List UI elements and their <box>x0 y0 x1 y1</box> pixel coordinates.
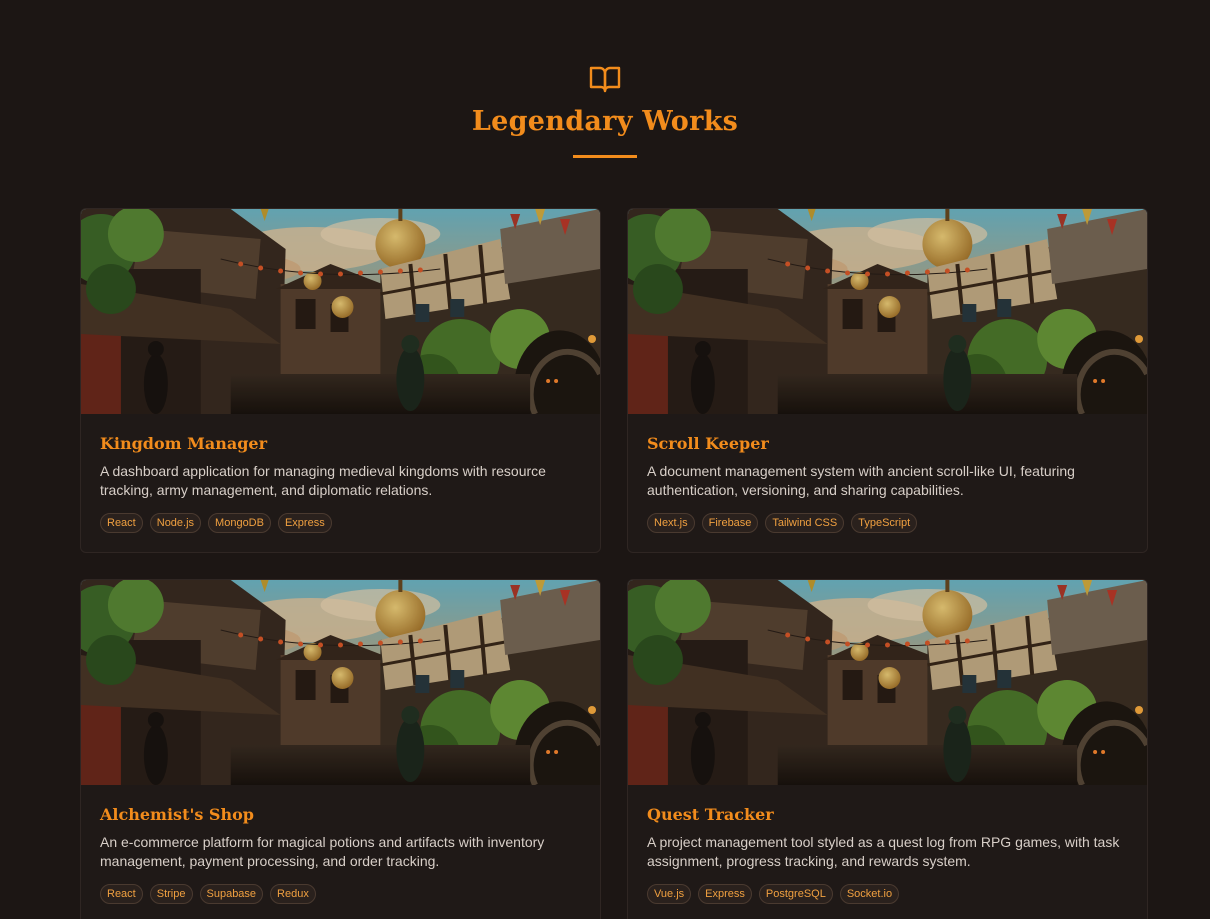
tech-tag: Node.js <box>149 513 202 533</box>
project-card[interactable]: Alchemist's Shop An e-commerce platform … <box>80 579 601 919</box>
title-divider <box>573 155 637 158</box>
card-body: Alchemist's Shop An e-commerce platform … <box>81 785 600 904</box>
tech-tag: PostgreSQL <box>758 884 833 904</box>
tech-tag: TypeScript <box>851 513 918 533</box>
tech-tag: Vue.js <box>647 884 692 904</box>
project-card[interactable]: Quest Tracker A project management tool … <box>627 579 1148 919</box>
project-title[interactable]: Kingdom Manager <box>100 434 581 454</box>
tech-tags: Next.js Firebase Tailwind CSS TypeScript <box>647 513 1128 533</box>
tech-tag: Next.js <box>647 513 695 533</box>
section-title: Legendary Works <box>471 106 739 137</box>
tech-tag: Redux <box>270 884 316 904</box>
project-image <box>81 209 600 414</box>
book-open-icon <box>588 64 622 94</box>
project-description: A dashboard application for managing med… <box>100 463 546 498</box>
project-description: A document management system with ancien… <box>647 463 1075 498</box>
project-description: An e-commerce platform for magical potio… <box>100 834 545 869</box>
project-image <box>628 209 1147 414</box>
project-description: A project management tool styled as a qu… <box>647 834 1120 869</box>
tech-tag: Stripe <box>149 884 193 904</box>
card-body: Scroll Keeper A document management syst… <box>628 414 1147 533</box>
project-image <box>628 580 1147 785</box>
tech-tag: React <box>100 513 143 533</box>
project-image <box>81 580 600 785</box>
tech-tag: Express <box>698 884 752 904</box>
project-title[interactable]: Scroll Keeper <box>647 434 1128 454</box>
card-body: Kingdom Manager A dashboard application … <box>81 414 600 533</box>
portfolio-page: Legendary Works Kingdom Manager A dashbo… <box>0 0 1210 919</box>
tech-tag: Tailwind CSS <box>765 513 845 533</box>
tech-tag: Express <box>277 513 332 533</box>
project-title[interactable]: Quest Tracker <box>647 805 1128 825</box>
tech-tag: Firebase <box>701 513 759 533</box>
card-body: Quest Tracker A project management tool … <box>628 785 1147 904</box>
section-header: Legendary Works <box>0 64 1210 158</box>
tech-tag: React <box>100 884 143 904</box>
tech-tag: Supabase <box>199 884 264 904</box>
tech-tags: Vue.js Express PostgreSQL Socket.io <box>647 884 1128 904</box>
project-card[interactable]: Kingdom Manager A dashboard application … <box>80 208 601 553</box>
projects-grid: Kingdom Manager A dashboard application … <box>80 208 1148 919</box>
tech-tags: React Stripe Supabase Redux <box>100 884 581 904</box>
tech-tags: React Node.js MongoDB Express <box>100 513 581 533</box>
tech-tag: MongoDB <box>208 513 271 533</box>
project-card[interactable]: Scroll Keeper A document management syst… <box>627 208 1148 553</box>
tech-tag: Socket.io <box>839 884 900 904</box>
project-title[interactable]: Alchemist's Shop <box>100 805 581 825</box>
